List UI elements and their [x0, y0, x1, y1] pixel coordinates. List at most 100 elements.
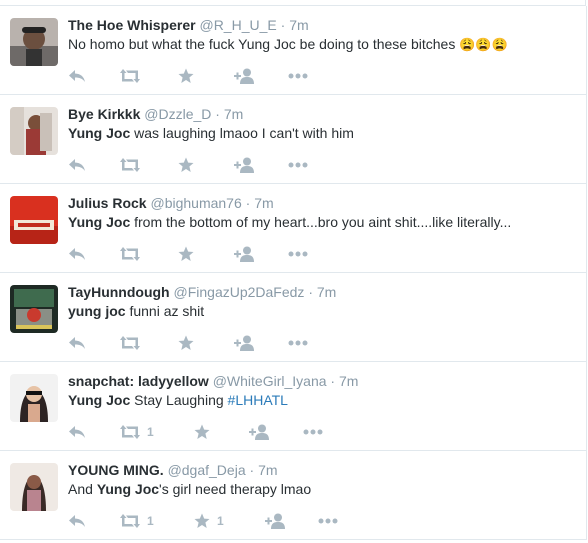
tweet-header: Bye Kirkkk @Dzzle_D · 7m: [68, 105, 243, 123]
star-icon: [178, 68, 194, 83]
more-button[interactable]: [288, 64, 308, 88]
retweet-button[interactable]: [120, 331, 140, 355]
timestamp[interactable]: 7m: [339, 373, 358, 389]
favorite-button[interactable]: [178, 153, 194, 177]
username[interactable]: @WhiteGirl_Iyana: [213, 373, 327, 389]
retweet-icon: [120, 158, 140, 172]
reply-icon: [69, 248, 85, 260]
timestamp[interactable]: 7m: [317, 284, 336, 300]
retweet-button[interactable]: 1: [120, 509, 154, 533]
tweet-actions: 1: [0, 420, 586, 444]
username[interactable]: @R_H_U_E: [199, 17, 276, 33]
tweet-text-prefix: And: [68, 481, 97, 497]
star-icon: [178, 246, 194, 261]
more-button[interactable]: [318, 509, 338, 533]
display-name[interactable]: snapchat: ladyyellow: [68, 373, 209, 389]
retweet-button[interactable]: [120, 242, 140, 266]
timestamp[interactable]: 7m: [254, 195, 273, 211]
more-button[interactable]: [288, 331, 308, 355]
timestamp[interactable]: 7m: [224, 106, 243, 122]
keyword-highlight: yung joc: [68, 303, 126, 319]
username[interactable]: @dgaf_Deja: [168, 462, 246, 478]
display-name[interactable]: YOUNG MING.: [68, 462, 164, 478]
follow-button[interactable]: [233, 64, 255, 88]
tweet[interactable]: TayHunndough @FingazUp2DaFedz · 7m yung …: [0, 273, 587, 362]
separator-dot: ·: [280, 17, 286, 33]
follow-button[interactable]: [264, 509, 286, 533]
username[interactable]: @Dzzle_D: [144, 106, 211, 122]
tweet-header: The Hoe Whisperer @R_H_U_E · 7m: [68, 16, 309, 34]
tweet-text: yung joc funni az shit: [68, 302, 204, 320]
display-name[interactable]: TayHunndough: [68, 284, 170, 300]
reply-button[interactable]: [68, 64, 86, 88]
tweet-text-plain: was laughing lmaoo I can't with him: [130, 125, 354, 141]
tweet[interactable]: Julius Rock @bighuman76 · 7m Yung Joc fr…: [0, 184, 587, 273]
avatar[interactable]: [10, 107, 58, 155]
favorite-button[interactable]: [178, 64, 194, 88]
reply-icon: [69, 337, 85, 349]
retweet-icon: [120, 336, 140, 350]
more-icon: [288, 162, 308, 168]
tweet[interactable]: Bye Kirkkk @Dzzle_D · 7m Yung Joc was la…: [0, 95, 587, 184]
retweet-icon: [120, 69, 140, 83]
tweet-header: YOUNG MING. @dgaf_Deja · 7m: [68, 461, 278, 479]
retweet-button[interactable]: 1: [120, 420, 154, 444]
tweet-text-plain: funni az shit: [125, 303, 205, 319]
star-icon: [178, 335, 194, 350]
tweet[interactable]: The Hoe Whisperer @R_H_U_E · 7m No homo …: [0, 6, 587, 95]
more-icon: [318, 518, 338, 524]
more-button[interactable]: [303, 420, 323, 444]
more-button[interactable]: [288, 242, 308, 266]
favorite-button[interactable]: [178, 242, 194, 266]
separator-dot: ·: [330, 373, 336, 389]
favorite-button[interactable]: 1: [194, 509, 224, 533]
follow-button[interactable]: [233, 331, 255, 355]
favorite-count: 1: [217, 514, 224, 528]
separator-dot: ·: [249, 462, 255, 478]
username[interactable]: @FingazUp2DaFedz: [174, 284, 305, 300]
avatar[interactable]: [10, 374, 58, 422]
separator-dot: ·: [308, 284, 313, 300]
avatar[interactable]: [10, 285, 58, 333]
avatar[interactable]: [10, 18, 58, 66]
star-icon: [194, 513, 210, 528]
username[interactable]: @bighuman76: [150, 195, 241, 211]
reply-button[interactable]: [68, 509, 86, 533]
tweet-actions: [0, 242, 586, 266]
reply-button[interactable]: [68, 242, 86, 266]
separator-dot: ·: [215, 106, 220, 122]
reply-button[interactable]: [68, 420, 86, 444]
tweet[interactable]: YOUNG MING. @dgaf_Deja · 7m And Yung Joc…: [0, 451, 587, 540]
display-name[interactable]: Julius Rock: [68, 195, 147, 211]
retweet-button[interactable]: [120, 153, 140, 177]
timestamp[interactable]: 7m: [258, 462, 277, 478]
follow-button[interactable]: [233, 242, 255, 266]
display-name[interactable]: Bye Kirkkk: [68, 106, 140, 122]
retweet-button[interactable]: [120, 64, 140, 88]
tweet-actions: [0, 153, 586, 177]
more-button[interactable]: [288, 153, 308, 177]
follow-button[interactable]: [248, 420, 270, 444]
avatar[interactable]: [10, 463, 58, 511]
follow-icon: [234, 157, 254, 173]
tweet-header: Julius Rock @bighuman76 · 7m: [68, 194, 274, 212]
tweet-text-plain: 's girl need therapy lmao: [159, 481, 312, 497]
reply-icon: [69, 70, 85, 82]
reply-button[interactable]: [68, 331, 86, 355]
follow-button[interactable]: [233, 153, 255, 177]
timestamp[interactable]: 7m: [289, 17, 308, 33]
reply-button[interactable]: [68, 153, 86, 177]
reply-icon: [69, 159, 85, 171]
tweet-header: snapchat: ladyyellow @WhiteGirl_Iyana · …: [68, 372, 358, 390]
tweet-text-plain: No homo but what the fuck Yung Joc be do…: [68, 36, 456, 52]
display-name[interactable]: The Hoe Whisperer: [68, 17, 196, 33]
tweet-header: TayHunndough @FingazUp2DaFedz · 7m: [68, 283, 336, 301]
favorite-button[interactable]: [194, 420, 210, 444]
more-icon: [288, 73, 308, 79]
tweet-text-plain: Stay Laughing: [130, 392, 228, 408]
avatar[interactable]: [10, 196, 58, 244]
hashtag-link[interactable]: #LHHATL: [228, 392, 288, 408]
tweet[interactable]: snapchat: ladyyellow @WhiteGirl_Iyana · …: [0, 362, 587, 451]
follow-icon: [249, 424, 269, 440]
favorite-button[interactable]: [178, 331, 194, 355]
